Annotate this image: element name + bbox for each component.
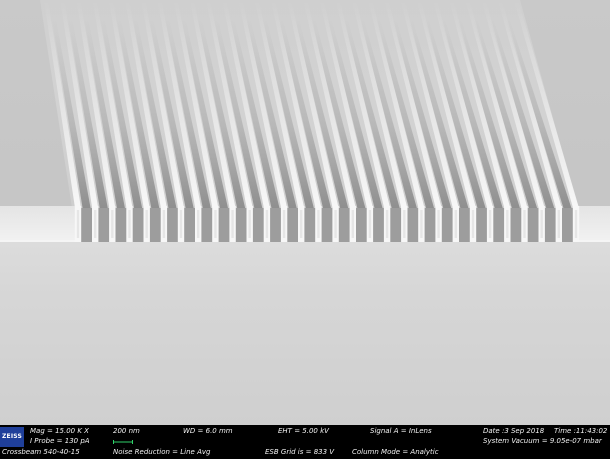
grating-fin-core (248, 210, 251, 238)
signal-label: Signal A = InLens (370, 427, 432, 435)
grating-fin-core (111, 210, 114, 238)
substrate-ledge-left (0, 206, 76, 242)
grating-fin-core (488, 210, 492, 238)
time-label: Time :11:43:02 (554, 427, 608, 435)
grating-fin-core (574, 210, 578, 238)
date-label: Date :3 Sep 2018 (483, 427, 545, 435)
grating-fin-core (128, 210, 131, 238)
esb-grid-label: ESB Grid is = 833 V (265, 448, 335, 456)
substrate-ledge-right (578, 206, 610, 242)
grating-fin-core (523, 210, 526, 238)
sem-image (0, 0, 610, 425)
grating-fin-core (231, 210, 234, 238)
grating-fin-core (420, 210, 423, 238)
zeiss-logo: ZEISS (0, 427, 24, 447)
grating-fin-core (506, 210, 509, 238)
grating-fin-core (437, 210, 440, 238)
magnification-label: Mag = 15.00 K X (30, 427, 89, 435)
grating-fin-core (540, 210, 543, 238)
grating-fin-core (454, 210, 457, 238)
grating-fin-core (471, 210, 475, 238)
system-vacuum-label: System Vacuum = 9.05e-07 mbar (483, 437, 602, 445)
grating-fin-core (282, 210, 286, 238)
sem-micrograph: ZEISS Mag = 15.00 K X I Probe = 130 pA C… (0, 0, 610, 459)
grating-fin-core (368, 210, 372, 238)
column-mode-label: Column Mode = Analytic (352, 448, 439, 456)
grating-fin-core (385, 210, 389, 238)
grating-fin-core (94, 210, 97, 238)
grating-fin-core (300, 210, 303, 238)
scale-bar-label: 200 nm (113, 427, 140, 435)
grating-fin-core (76, 210, 80, 238)
grating-fin-core (162, 210, 166, 238)
scale-bar (113, 440, 133, 444)
grating-fin-core (214, 210, 217, 238)
grating-fin-core (145, 210, 148, 238)
grating-fin-core (351, 210, 354, 238)
grating-fin-core (197, 210, 200, 238)
working-distance-label: WD = 6.0 mm (183, 427, 233, 435)
grating-fin-core (557, 210, 560, 238)
instrument-label: Crossbeam 540-40-15 (2, 448, 80, 456)
grating-fin-core (179, 210, 183, 238)
trench-base (76, 208, 578, 242)
probe-current-label: I Probe = 130 pA (30, 437, 90, 445)
grating-fin-core (317, 210, 320, 238)
grating-fin-core (403, 210, 406, 238)
data-bar: ZEISS Mag = 15.00 K X I Probe = 130 pA C… (0, 425, 610, 459)
grating-fin-core (334, 210, 337, 238)
eht-label: EHT = 5.00 kV (278, 427, 329, 435)
grating-fin-core (265, 210, 269, 238)
noise-reduction-label: Noise Reduction = Line Avg (113, 448, 211, 456)
substrate-floor (0, 242, 610, 425)
zeiss-logo-text: ZEISS (1, 433, 23, 440)
